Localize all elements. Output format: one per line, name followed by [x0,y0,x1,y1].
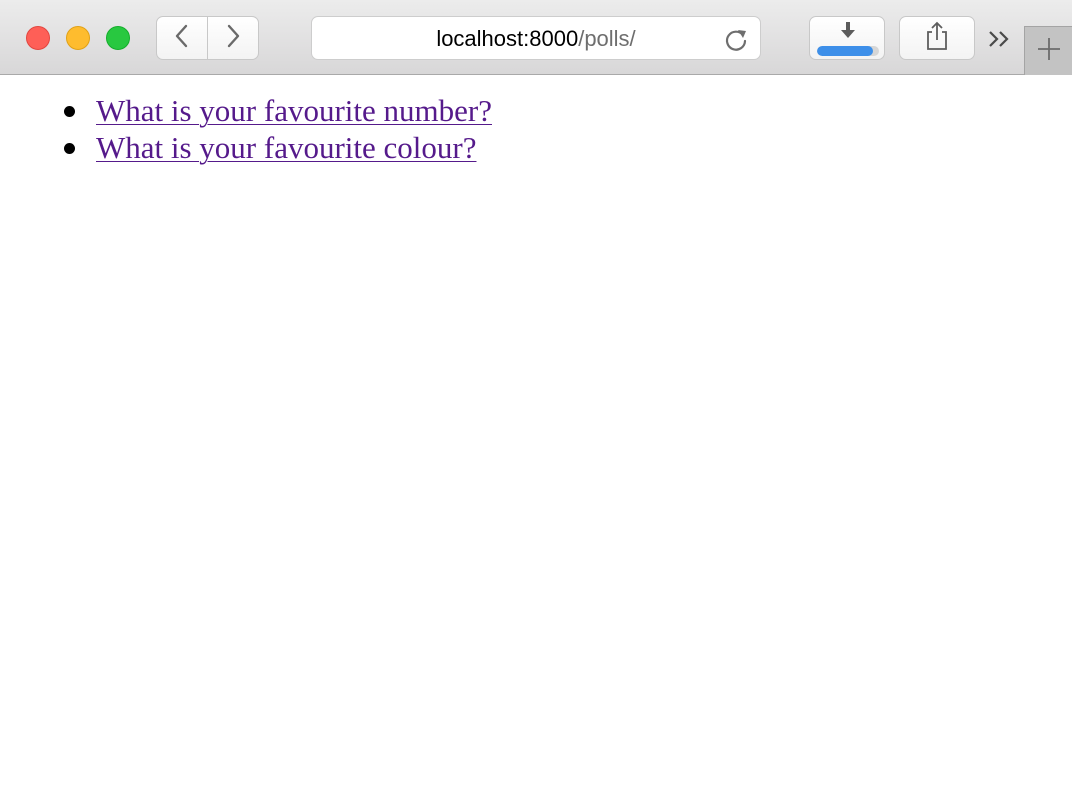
poll-list: What is your favourite number? What is y… [60,92,492,166]
page-content: What is your favourite number? What is y… [0,76,1072,804]
share-icon [924,21,950,56]
downloads-button[interactable] [809,16,885,60]
chevron-right-icon [224,24,242,53]
poll-link-favourite-number[interactable]: What is your favourite number? [96,93,492,128]
back-button[interactable] [156,16,208,60]
browser-toolbar: localhost:8000/polls/ [0,0,1072,75]
url-text: localhost:8000/polls/ [312,27,760,51]
browser-window: localhost:8000/polls/ What is your favou… [0,0,1072,804]
list-item: What is your favourite colour? [60,129,492,166]
chevron-left-icon [173,24,191,53]
address-bar[interactable]: localhost:8000/polls/ [311,16,761,60]
list-item: What is your favourite number? [60,92,492,129]
download-progress-bar [817,46,879,56]
minimize-window-button[interactable] [66,26,90,50]
poll-link-favourite-colour[interactable]: What is your favourite colour? [96,130,476,165]
download-progress-fill [817,46,873,56]
forward-button[interactable] [207,16,259,60]
share-button[interactable] [899,16,975,60]
plus-icon [1037,37,1061,66]
bullet-icon [64,143,75,154]
reload-icon[interactable] [722,26,750,54]
url-path: /polls/ [578,26,636,51]
new-tab-button[interactable] [1024,26,1072,75]
bullet-icon [64,106,75,117]
zoom-window-button[interactable] [106,26,130,50]
close-window-button[interactable] [26,26,50,50]
download-arrow-icon [838,21,858,46]
url-host: localhost:8000 [436,26,579,51]
double-chevron-right-icon[interactable] [985,24,1015,54]
